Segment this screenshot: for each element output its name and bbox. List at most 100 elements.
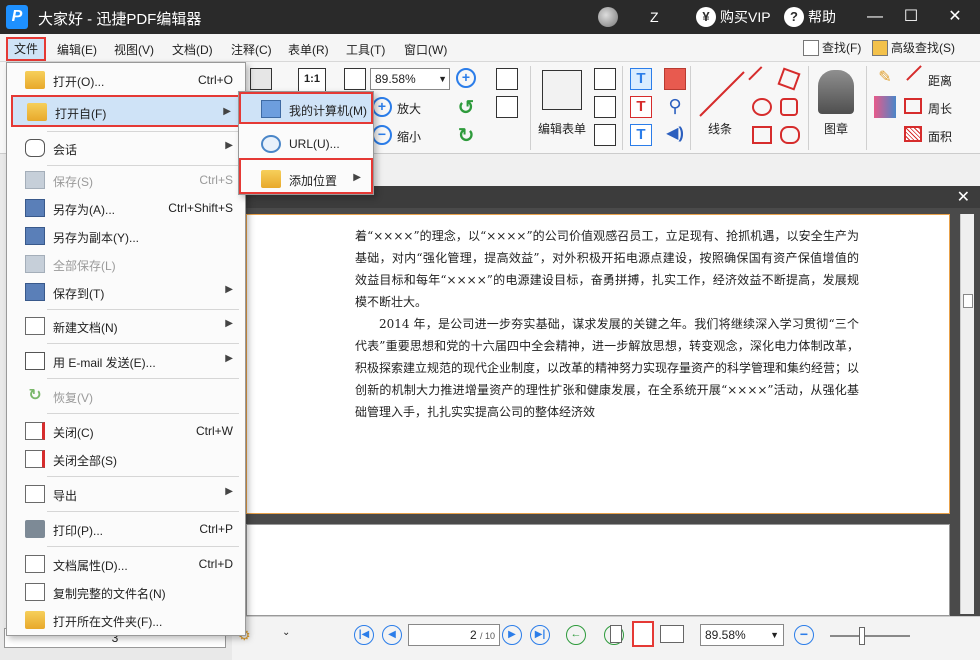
open-from-submenu: 我的计算机(M) URL(U)... 添加位置 ▶ (238, 91, 374, 195)
help-button[interactable]: ? 帮助 (784, 7, 836, 27)
close-tab-icon[interactable]: ✕ (957, 187, 970, 207)
menu-item-open-containing-folder[interactable]: 打开所在文件夹(F)... (11, 607, 241, 633)
menu-item-export[interactable]: 导出 ▶ (11, 481, 241, 507)
menu-item-save-copy[interactable]: 另存为副本(Y)... (11, 223, 241, 249)
menu-item-revert[interactable]: ↻ 恢复(V) (11, 383, 241, 409)
zoom-slider-thumb[interactable] (859, 627, 865, 645)
menu-window[interactable]: 窗口(W) (404, 41, 447, 58)
toolbar-zoom-select[interactable]: 89.58% ▼ (370, 68, 450, 90)
menu-item-shortcut: Ctrl+Shift+S (168, 201, 233, 215)
pencil-icon[interactable]: ✎ (874, 68, 896, 90)
menu-item-new-document[interactable]: 新建文档(N) ▶ (11, 313, 241, 339)
zoom-in-icon[interactable]: + (456, 68, 476, 88)
page-number-input[interactable]: 2 / 10 (408, 624, 500, 646)
chevron-down-icon[interactable]: ⌄ (282, 627, 290, 638)
area-label[interactable]: 面积 (928, 128, 952, 145)
line-tool-icon[interactable] (696, 68, 748, 120)
zoom-in-small-icon[interactable]: + (372, 97, 392, 117)
menu-item-open[interactable]: 打开(O)... Ctrl+O (11, 67, 241, 93)
area-icon[interactable] (904, 126, 922, 142)
select-text-icon[interactable] (496, 68, 518, 90)
statusbar-zoom-select[interactable]: 89.58% ▼ (700, 624, 784, 646)
single-page-icon[interactable] (610, 625, 622, 643)
next-page-icon[interactable]: ▶ (502, 625, 522, 645)
first-page-icon[interactable]: |◀ (354, 625, 374, 645)
arrow-tool-icon[interactable] (748, 66, 774, 92)
submenu-item-url[interactable]: URL(U)... (241, 129, 371, 159)
text-field-icon[interactable] (594, 68, 616, 90)
user-avatar[interactable] (598, 7, 618, 27)
advanced-find-button[interactable]: 高级查找(S) (872, 39, 955, 56)
line-label[interactable]: 线条 (708, 120, 732, 137)
zoom-out-label[interactable]: 缩小 (397, 128, 421, 145)
menu-tools[interactable]: 工具(T) (346, 41, 385, 58)
pentagon-tool-icon[interactable] (780, 98, 798, 116)
rotate-right-icon[interactable]: ↻ (456, 126, 476, 146)
menu-item-email[interactable]: 用 E-mail 发送(E)... ▶ (11, 348, 241, 374)
continuous-page-icon[interactable] (632, 621, 654, 647)
menu-edit[interactable]: 编辑(E) (57, 41, 97, 58)
zoom-slider-track[interactable] (830, 635, 910, 637)
typewriter-icon[interactable]: T (630, 68, 652, 90)
menu-item-save-to[interactable]: 保存到(T) ▶ (11, 279, 241, 305)
menu-item-open-from[interactable]: 打开自(F) ▶ (11, 95, 241, 127)
menu-item-copy-filename[interactable]: 复制完整的文件名(N) (11, 579, 241, 605)
distance-icon[interactable] (906, 65, 922, 81)
minimize-button[interactable]: — (860, 4, 890, 30)
zoom-out-icon[interactable]: − (372, 125, 392, 145)
menu-file[interactable]: 文件 (6, 37, 46, 61)
menu-document[interactable]: 文档(D) (172, 41, 213, 58)
menu-item-save[interactable]: 保存(S) Ctrl+S (11, 167, 241, 193)
menu-item-save-as[interactable]: 另存为(A)... Ctrl+Shift+S (11, 195, 241, 221)
strikeout-icon[interactable]: T (630, 96, 652, 118)
perimeter-label[interactable]: 周长 (928, 100, 952, 117)
vertical-scrollbar[interactable] (960, 214, 974, 614)
underline-icon[interactable]: T (630, 124, 652, 146)
menu-form[interactable]: 表单(R) (288, 41, 329, 58)
last-page-icon[interactable]: ▶| (530, 625, 550, 645)
stamp-icon[interactable] (818, 70, 854, 114)
document-viewport[interactable]: 着“××××”的理念，以“××××”的公司价值观感召员工，立足现有、抢抓机遇，以… (232, 208, 980, 616)
menu-item-save-all[interactable]: 全部保存(L) (11, 251, 241, 277)
rotate-left-icon[interactable]: ↺ (456, 98, 476, 118)
find-button[interactable]: 查找(F) (803, 39, 861, 56)
menu-view[interactable]: 视图(V) (114, 41, 154, 58)
maximize-button[interactable]: ☐ (896, 4, 926, 30)
user-name[interactable]: Z (650, 9, 659, 25)
distance-label[interactable]: 距离 (928, 72, 952, 89)
zoom-in-label[interactable]: 放大 (397, 100, 421, 117)
pdf-page[interactable] (246, 524, 950, 616)
edit-form-icon[interactable] (542, 70, 582, 110)
add-text-icon[interactable] (496, 96, 518, 118)
scrollbar-thumb[interactable] (963, 294, 973, 308)
buy-vip-button[interactable]: ¥ 购买VIP (696, 7, 771, 27)
fit-page-icon[interactable] (344, 68, 366, 90)
menu-item-close[interactable]: 关闭(C) Ctrl+W (11, 418, 241, 444)
menu-item-print[interactable]: 打印(P)... Ctrl+P (11, 516, 241, 542)
attachment-icon[interactable]: ⚲ (664, 96, 686, 118)
polygon-tool-icon[interactable] (777, 67, 801, 91)
cloud-tool-icon[interactable] (780, 126, 800, 144)
text-box-icon[interactable] (594, 96, 616, 118)
eraser-icon[interactable] (874, 96, 896, 118)
camera-icon[interactable] (250, 68, 272, 90)
back-icon[interactable]: ← (566, 625, 586, 645)
text-callout-icon[interactable] (594, 124, 616, 146)
note-icon[interactable] (664, 68, 686, 90)
menu-item-document-properties[interactable]: 文档属性(D)... Ctrl+D (11, 551, 241, 577)
facing-pages-icon[interactable] (660, 625, 684, 643)
previous-page-icon[interactable]: ◀ (382, 625, 402, 645)
menu-item-close-all[interactable]: 关闭全部(S) (11, 446, 241, 472)
sound-icon[interactable]: ◀) (664, 124, 686, 146)
perimeter-icon[interactable] (904, 98, 922, 114)
zoom-out-icon[interactable]: − (794, 625, 814, 645)
menu-item-session[interactable]: 会话 ▶ (11, 135, 241, 161)
edit-form-label[interactable]: 编辑表单 (538, 120, 586, 137)
menu-comment[interactable]: 注释(C) (231, 41, 272, 58)
rectangle-tool-icon[interactable] (752, 126, 772, 144)
ellipse-tool-icon[interactable] (752, 98, 772, 116)
question-icon: ? (784, 7, 804, 27)
close-window-button[interactable]: ✕ (940, 4, 970, 30)
pdf-page[interactable]: 着“××××”的理念，以“××××”的公司价值观感召员工，立足现有、抢抓机遇，以… (246, 214, 950, 514)
stamp-label[interactable]: 图章 (824, 120, 848, 137)
